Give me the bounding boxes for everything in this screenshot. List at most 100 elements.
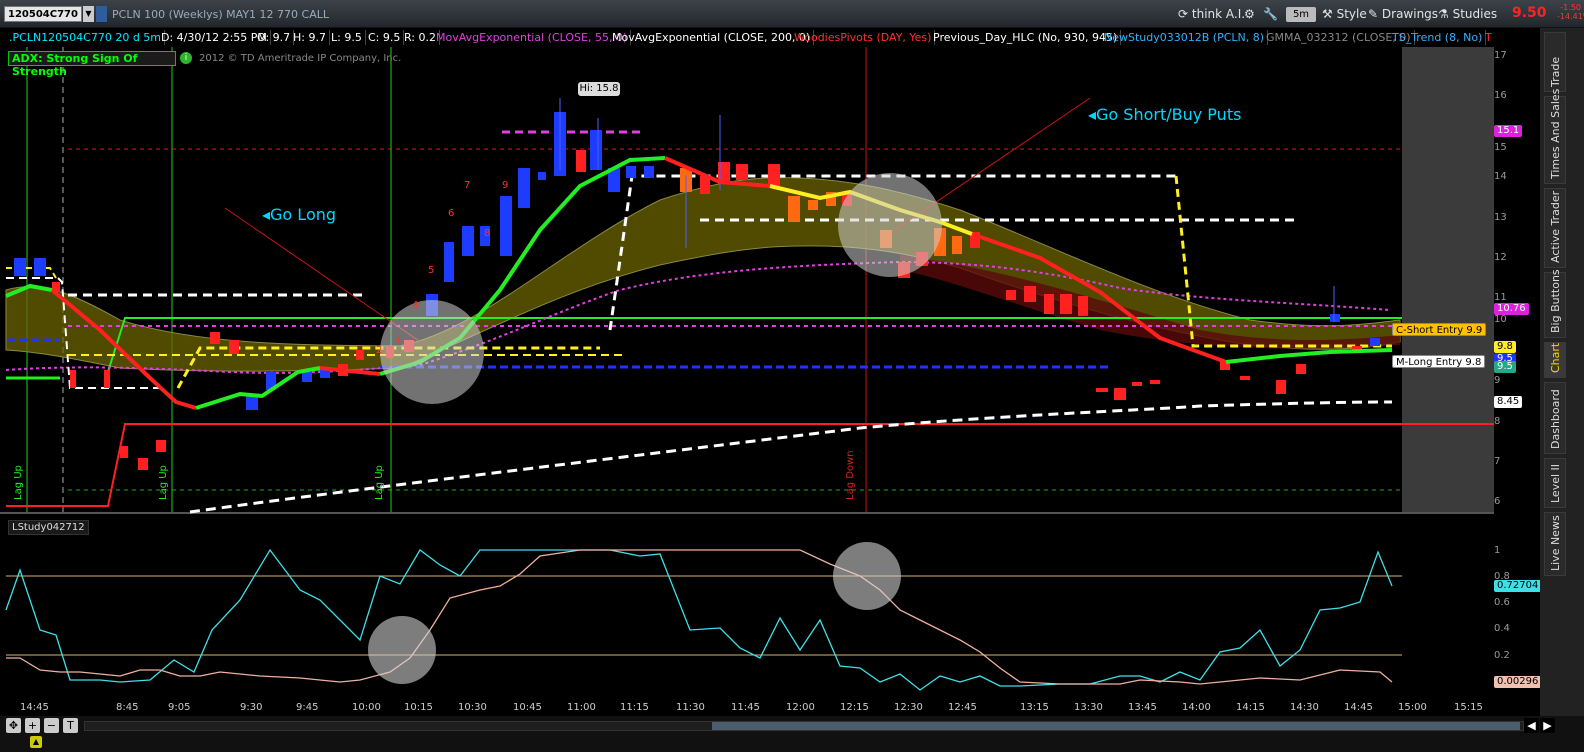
candle — [246, 396, 258, 410]
lower-study-label[interactable]: LStudy042712 — [8, 520, 89, 535]
candle — [1078, 296, 1088, 316]
price-tick: 12 — [1494, 252, 1507, 263]
price-tick: 16 — [1494, 90, 1507, 101]
go-short-annotation: ◂Go Short/Buy Puts — [1088, 105, 1241, 124]
bar-count-label: 2 — [376, 345, 383, 356]
sidebar-tab-chart[interactable]: Chart — [1544, 342, 1566, 378]
bar-count-label: 6 — [448, 208, 455, 219]
time-tick: 14:45 — [1344, 702, 1373, 713]
candle — [808, 200, 818, 210]
candle — [444, 242, 454, 282]
candle — [229, 340, 239, 354]
sidebar-tab-level-ii[interactable]: Level II — [1544, 458, 1566, 508]
go-long-text: Go Long — [270, 205, 337, 224]
price-tick: 8 — [1494, 416, 1501, 427]
m-long-entry-badge: M-Long Entry 9.8 — [1392, 355, 1486, 368]
sidebar-tab-big-buttons[interactable]: Big Buttons — [1544, 269, 1566, 338]
study-tick: 0.6 — [1494, 597, 1510, 608]
sidebar-tab-times-and-sales[interactable]: Times And Sales — [1544, 89, 1566, 184]
candle — [320, 370, 330, 378]
candle — [1132, 382, 1142, 386]
sidebar-tab-live-news[interactable]: Live News — [1544, 512, 1566, 576]
bar-count-label: 4 — [412, 300, 419, 311]
candle — [1240, 376, 1250, 380]
price-badge-pivot: 15.1 — [1494, 125, 1523, 137]
triangle-left-icon: ◂ — [1088, 105, 1097, 124]
time-tick: 15:15 — [1454, 702, 1483, 713]
sidebar-tab-label: Active Trader — [1549, 190, 1562, 263]
expand-chevron-icon[interactable]: ▲ — [30, 736, 42, 748]
time-tick: 12:15 — [840, 702, 869, 713]
study-tick: 0.4 — [1494, 623, 1510, 634]
candle — [1370, 338, 1380, 346]
highlight-circle-study-low — [368, 616, 436, 684]
sidebar-tab-label: Level II — [1549, 463, 1562, 503]
price-tick: 13 — [1494, 212, 1507, 223]
candle — [576, 150, 586, 172]
candle — [1330, 314, 1340, 322]
candle — [1024, 286, 1036, 302]
candle — [788, 196, 800, 222]
zoom-in-icon[interactable]: + — [25, 718, 40, 733]
sidebar-tab-dashboard[interactable]: Dashboard — [1544, 382, 1566, 454]
time-tick: 11:15 — [620, 702, 649, 713]
sidebar-tab-label: Big Buttons — [1549, 269, 1562, 333]
bar-count-label: 9 — [502, 180, 509, 191]
high-bubble: Hi: 15.8 — [578, 82, 620, 96]
time-tick: 15:00 — [1398, 702, 1427, 713]
info-icon[interactable]: i — [180, 52, 192, 64]
time-tick: 14:45 — [20, 702, 49, 713]
time-tick: 11:45 — [731, 702, 760, 713]
bar-count-label: 3 — [394, 336, 401, 347]
lag-down-label: Lag Down — [845, 450, 856, 500]
highlight-circle-study-high — [833, 542, 901, 610]
price-badge-ema200: 8.45 — [1494, 396, 1523, 408]
scrollbar-thumb[interactable] — [712, 722, 1520, 730]
candle — [1006, 290, 1016, 300]
price-tick: 6 — [1494, 496, 1501, 507]
sidebar-tab-label: Chart — [1549, 342, 1562, 373]
candle — [302, 372, 312, 382]
scroll-left-icon[interactable]: ◀ — [1524, 718, 1539, 733]
candle — [138, 458, 148, 470]
sidebar-tab-trade[interactable]: Trade — [1544, 32, 1566, 92]
time-tick: 13:30 — [1074, 702, 1103, 713]
go-short-text: Go Short/Buy Puts — [1096, 105, 1242, 124]
candle — [462, 226, 474, 256]
sidebar-tab-active-trader[interactable]: Active Trader — [1544, 188, 1566, 268]
price-badge-ema: 10.76 — [1494, 303, 1529, 315]
time-tick: 10:15 — [404, 702, 433, 713]
price-tick: 14 — [1494, 171, 1507, 182]
time-tick: 12:30 — [894, 702, 923, 713]
time-tick: 10:30 — [458, 702, 487, 713]
go-long-annotation: ◂Go Long — [262, 205, 336, 224]
time-tick: 10:00 — [352, 702, 381, 713]
chart-canvas[interactable] — [0, 0, 1584, 752]
candle — [14, 258, 26, 276]
zoom-out-icon[interactable]: − — [44, 718, 59, 733]
price-tick: 7 — [1494, 456, 1501, 467]
sidebar-tab-label: Dashboard — [1549, 389, 1562, 449]
bar-count-label: 7 — [464, 180, 471, 191]
candle — [518, 168, 530, 208]
highlight-circle-long — [380, 300, 484, 404]
price-badge-entry: 9.8 — [1494, 341, 1516, 353]
candle — [590, 130, 602, 170]
bar-count-label: 1 — [358, 350, 365, 361]
c-short-entry-badge: C-Short Entry 9.9 — [1392, 323, 1487, 336]
pan-icon[interactable]: ✥ — [6, 718, 21, 733]
candle — [1296, 364, 1306, 374]
time-tick: 9:30 — [240, 702, 263, 713]
price-tick: 17 — [1494, 50, 1507, 61]
candle — [626, 166, 636, 178]
time-tick: 14:15 — [1236, 702, 1265, 713]
scroll-right-icon[interactable]: ▶ — [1540, 718, 1555, 733]
candle — [210, 332, 220, 344]
time-tick: 13:45 — [1128, 702, 1157, 713]
adx-label: ADX: Strong Sign Of Strength — [8, 51, 176, 78]
copyright-text: 2012 © TD Ameritrade IP Company, Inc. — [199, 53, 402, 64]
price-badge-9-5b: 9.5 — [1494, 361, 1516, 373]
candle — [538, 172, 546, 180]
price-tick: 15 — [1494, 142, 1507, 153]
text-tool-icon[interactable]: T — [63, 718, 78, 733]
